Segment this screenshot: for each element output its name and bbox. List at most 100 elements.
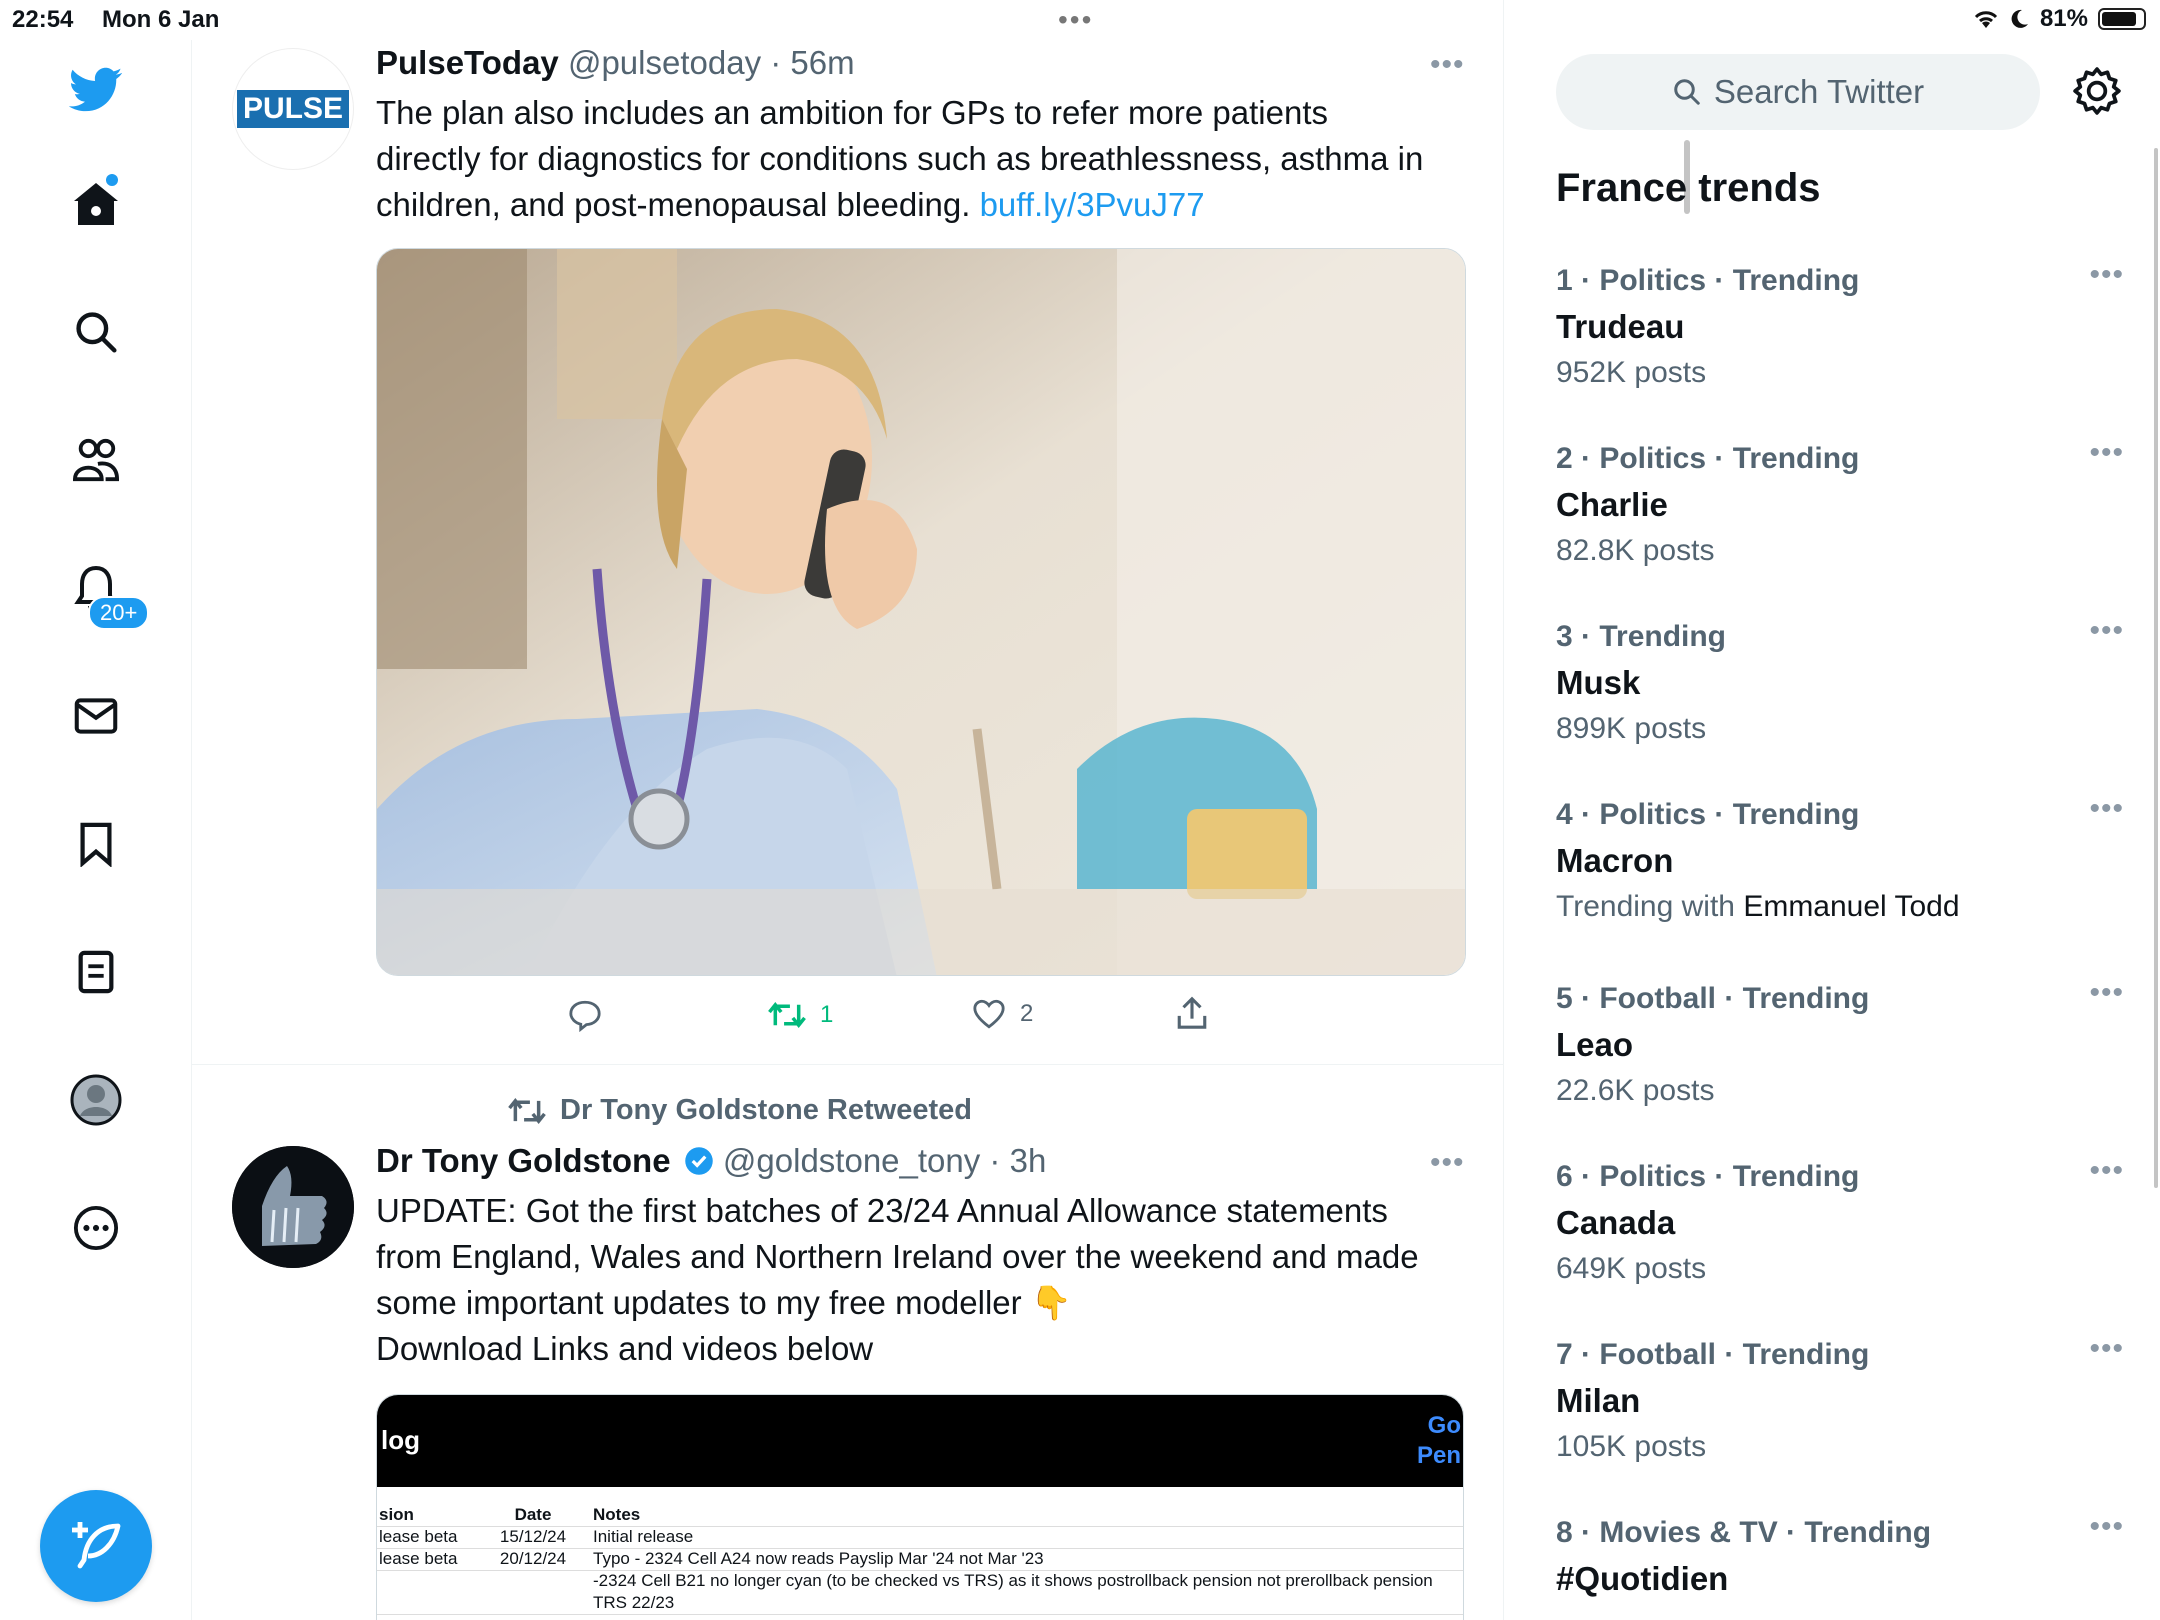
notifications-badge: 20+ xyxy=(88,596,150,630)
compose-tweet-button[interactable] xyxy=(40,1490,152,1602)
trend-item[interactable]: 1 · Politics · Trending Trudeau 952K pos… xyxy=(1556,258,2123,396)
retweet-icon xyxy=(768,1001,806,1029)
trend-more-icon[interactable]: ••• xyxy=(2089,976,2124,1010)
trend-posts: 952K posts xyxy=(1556,356,1707,389)
tweet2-line4: Download Links and videos below xyxy=(376,1330,874,1367)
trend-more-icon[interactable]: ••• xyxy=(2089,1332,2124,1366)
lists-icon[interactable] xyxy=(66,942,126,1002)
tweet2-more-icon[interactable]: ••• xyxy=(1430,1146,1465,1180)
trend-context-name[interactable]: Emmanuel Todd xyxy=(1743,890,1959,923)
share-button[interactable] xyxy=(1176,996,1208,1030)
sheet-cell: 15/12/24 xyxy=(499,1527,567,1546)
trend-posts: 649K posts xyxy=(1556,1252,1707,1285)
tweet1-time[interactable]: 56m xyxy=(790,44,854,81)
trend-more-icon[interactable]: ••• xyxy=(2089,614,2124,648)
trend-item[interactable]: 7 · Football · Trending Milan 105K posts… xyxy=(1556,1332,2123,1470)
trend-more-icon[interactable]: ••• xyxy=(2089,1154,2124,1188)
feather-plus-icon xyxy=(72,1522,121,1569)
trend-more-icon[interactable]: ••• xyxy=(2089,1510,2124,1544)
profile-avatar-icon[interactable] xyxy=(66,1070,126,1130)
heart-icon xyxy=(973,999,1005,1029)
trend-name: Canada xyxy=(1556,1204,1676,1241)
retweet-button[interactable]: 1 xyxy=(768,998,833,1032)
tweet1-body: The plan also includes an ambition for G… xyxy=(376,94,1424,223)
retweet-count: 1 xyxy=(820,1001,834,1028)
trend-meta: 3 · Trending xyxy=(1556,620,1727,653)
sheet-cell xyxy=(377,1571,477,1593)
trend-name: Macron xyxy=(1556,842,1674,879)
tweet2-media-spreadsheet[interactable]: log Go Pen sion Date Notes lease beta 15… xyxy=(376,1394,1464,1620)
sheet-col-notes: Notes xyxy=(593,1505,641,1524)
trends-scrollbar[interactable] xyxy=(2154,148,2158,1188)
sheet-header-row: sion Date Notes xyxy=(377,1505,1463,1527)
search-placeholder: Search Twitter xyxy=(1713,73,1925,110)
sheet-right-text: Go Pen xyxy=(1417,1411,1461,1471)
communities-icon[interactable] xyxy=(66,430,126,490)
search-input[interactable]: Search Twitter xyxy=(1556,54,2040,130)
trend-name: Trudeau xyxy=(1556,308,1685,345)
settings-gear-icon[interactable] xyxy=(2072,66,2122,116)
tweet1-link[interactable]: buff.ly/3PvuJ77 xyxy=(980,186,1205,223)
goldstone-avatar[interactable] xyxy=(232,1146,354,1268)
trend-item[interactable]: 2 · Politics · Trending Charlie 82.8K po… xyxy=(1556,436,2123,574)
sheet-col-date: Date xyxy=(514,1505,552,1524)
timeline-feed: PULSE PulseToday @pulsetoday · 56m ••• T… xyxy=(192,0,1690,1620)
trend-more-icon[interactable]: ••• xyxy=(2089,258,2124,292)
sidebar-nav: 20+ xyxy=(0,40,192,1620)
trend-context-prefix: Trending with xyxy=(1556,890,1744,923)
tweet1-handle[interactable]: @pulsetoday xyxy=(568,44,761,81)
tweet1-more-icon[interactable]: ••• xyxy=(1430,48,1465,82)
verified-badge-icon xyxy=(684,1147,713,1175)
trend-meta: 4 · Politics · Trending xyxy=(1556,798,1860,831)
envelope-icon[interactable] xyxy=(66,686,126,746)
trend-item[interactable]: 3 · Trending Musk 899K posts ••• xyxy=(1556,614,2123,752)
trend-more-icon[interactable]: ••• xyxy=(2089,436,2124,470)
trend-meta: 6 · Politics · Trending xyxy=(1556,1160,1860,1193)
trend-posts: 105K posts xyxy=(1556,1430,1707,1463)
tweet2-time[interactable]: 3h xyxy=(1010,1142,1047,1179)
trend-item[interactable]: 4 · Politics · Trending Macron Trending … xyxy=(1556,792,2123,930)
trend-name: Charlie xyxy=(1556,486,1668,523)
right-sidebar: Search Twitter France trends 1 · Politic… xyxy=(1504,0,2160,1620)
sheet-row: -2324 Cell B21 no longer cyan (to be che… xyxy=(377,1571,1463,1593)
sheet-header: log Go Pen xyxy=(377,1395,1463,1487)
tweet2-line2: from England, Wales and Northern Ireland… xyxy=(376,1238,1419,1275)
trend-item[interactable]: 6 · Politics · Trending Canada 649K post… xyxy=(1556,1154,2123,1292)
retweeted-label: Dr Tony Goldstone Retweeted xyxy=(560,1094,972,1126)
trend-item[interactable]: 5 · Football · Trending Leao 22.6K posts… xyxy=(1556,976,2123,1114)
sheet-cell xyxy=(377,1593,477,1614)
xray-thumbs-up-image xyxy=(232,1146,354,1268)
like-count: 2 xyxy=(1020,1000,1034,1027)
more-options-icon[interactable] xyxy=(66,1198,126,1258)
sheet-cell: lease beta xyxy=(379,1527,458,1546)
share-icon xyxy=(1177,996,1207,1029)
tweet1-text: The plan also includes an ambition for G… xyxy=(376,90,1436,228)
sheet-row: lease beta 15/12/24 Initial release xyxy=(377,1527,1463,1549)
sheet-cell: -2324 Cell B21 no longer cyan (to be che… xyxy=(593,1571,1433,1590)
trend-name: Leao xyxy=(1556,1026,1634,1063)
retweeted-by[interactable]: Dr Tony Goldstone Retweeted xyxy=(508,1094,972,1127)
sheet-cell: TRS 22/23 xyxy=(593,1593,675,1612)
search-icon[interactable] xyxy=(66,302,126,362)
trend-more-icon[interactable]: ••• xyxy=(2089,792,2124,826)
reply-button[interactable] xyxy=(568,998,602,1032)
tweet2-author-name[interactable]: Dr Tony Goldstone xyxy=(376,1142,671,1179)
pulse-logo: PULSE xyxy=(236,90,350,128)
trend-item[interactable]: 8 · Movies & TV · Trending #Quotidien ••… xyxy=(1556,1510,2123,1602)
tweet1-media-image[interactable] xyxy=(376,248,1466,976)
trend-posts: 22.6K posts xyxy=(1556,1074,1715,1107)
pulsetoday-avatar[interactable]: PULSE xyxy=(232,48,354,170)
sheet-table: sion Date Notes lease beta 15/12/24 Init… xyxy=(377,1505,1463,1615)
tweet1-author-name[interactable]: PulseToday xyxy=(376,44,559,81)
sheet-col-version: sion xyxy=(379,1505,414,1524)
tweet1-actions: 1 2 xyxy=(568,994,1368,1038)
sheet-row: TRS 22/23 xyxy=(377,1593,1463,1615)
trends-title: France trends xyxy=(1556,166,1821,210)
bookmark-icon[interactable] xyxy=(66,814,126,874)
sheet-right-bottom: Pen xyxy=(1416,1442,1461,1469)
sheet-title: log xyxy=(381,1425,420,1455)
twitter-bird-icon[interactable] xyxy=(66,60,126,120)
tweet2-handle[interactable]: @goldstone_tony xyxy=(723,1142,980,1179)
reply-icon xyxy=(569,1000,601,1032)
like-button[interactable]: 2 xyxy=(972,998,1033,1030)
